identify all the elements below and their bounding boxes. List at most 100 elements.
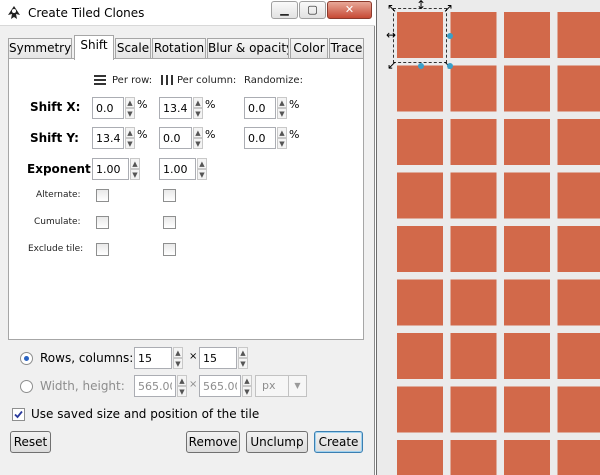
tile-clone[interactable] bbox=[450, 226, 497, 272]
tile-clone[interactable] bbox=[557, 279, 600, 326]
shift-y-per-column-arrows[interactable]: ▲ ▼ bbox=[193, 127, 203, 149]
percent-label: % bbox=[205, 128, 216, 141]
reset-button[interactable]: Reset bbox=[10, 431, 51, 453]
tile-clone[interactable] bbox=[557, 119, 600, 165]
alternate-per-column-checkbox[interactable] bbox=[163, 189, 176, 202]
exponent-per-row-arrows[interactable]: ▲ ▼ bbox=[130, 158, 140, 180]
height-input[interactable] bbox=[199, 375, 241, 397]
tile-clone[interactable] bbox=[504, 172, 550, 219]
shift-x-per-column-arrows[interactable]: ▲ ▼ bbox=[193, 97, 203, 119]
scale-handle-icon[interactable]: ↕ bbox=[416, 0, 426, 11]
tile-clone[interactable] bbox=[504, 279, 550, 326]
tile-clone[interactable] bbox=[557, 65, 600, 112]
cumulate-per-row-checkbox[interactable] bbox=[96, 216, 109, 229]
tile-clone[interactable] bbox=[504, 333, 550, 379]
tile-clone[interactable] bbox=[450, 172, 497, 219]
tile-clone[interactable] bbox=[504, 440, 550, 475]
tile-clone[interactable] bbox=[450, 333, 497, 379]
columns-arrows[interactable]: ▲ ▼ bbox=[238, 347, 248, 369]
tile-clone[interactable] bbox=[450, 386, 497, 433]
shift-x-per-row-input[interactable] bbox=[92, 97, 124, 119]
percent-label: % bbox=[137, 98, 148, 111]
tile-clone[interactable] bbox=[504, 226, 550, 272]
rows-input[interactable] bbox=[134, 347, 172, 369]
create-button[interactable]: Create bbox=[314, 431, 363, 453]
tile-clone[interactable] bbox=[450, 279, 497, 326]
tile-clone[interactable] bbox=[397, 333, 443, 379]
rows-arrows[interactable]: ▲ ▼ bbox=[173, 347, 183, 369]
shift-x-per-column-input[interactable] bbox=[159, 97, 192, 119]
tab-shift[interactable]: Shift bbox=[74, 35, 114, 60]
shift-y-randomize-arrows[interactable]: ▲ ▼ bbox=[277, 127, 287, 149]
tile-clone[interactable] bbox=[504, 386, 550, 433]
per-column-header: Per column: bbox=[177, 75, 237, 86]
shift-x-per-row-arrows[interactable]: ▲ ▼ bbox=[125, 97, 135, 119]
shift-y-randomize-input[interactable] bbox=[244, 127, 276, 149]
tile-clone[interactable] bbox=[504, 65, 550, 112]
checkmark-icon bbox=[14, 410, 23, 419]
rows-columns-radio[interactable] bbox=[20, 352, 33, 365]
minimize-button[interactable]: ▁ bbox=[271, 1, 298, 19]
tile-clone[interactable] bbox=[397, 119, 443, 165]
node-handle[interactable] bbox=[447, 63, 453, 69]
tile-clone[interactable] bbox=[450, 65, 497, 112]
tile-clone[interactable] bbox=[504, 119, 550, 165]
tiled-clones bbox=[397, 12, 600, 475]
tile-clone[interactable] bbox=[557, 172, 600, 219]
unit-value: px bbox=[262, 379, 276, 392]
unit-select[interactable]: px ▼ bbox=[255, 375, 307, 397]
tile-clone[interactable] bbox=[557, 226, 600, 272]
tab-symmetry[interactable]: Symmetry bbox=[8, 38, 72, 59]
cumulate-label: Cumulate: bbox=[34, 217, 81, 227]
tile-clone[interactable] bbox=[450, 119, 497, 165]
node-handle[interactable] bbox=[447, 33, 453, 39]
width-input[interactable] bbox=[134, 375, 176, 397]
node-handle[interactable] bbox=[418, 63, 424, 69]
shift-y-per-row-arrows[interactable]: ▲ ▼ bbox=[125, 127, 135, 149]
maximize-button[interactable]: ▢ bbox=[299, 1, 326, 19]
randomize-header: Randomize: bbox=[244, 75, 303, 86]
scale-handle-icon[interactable]: ↗ bbox=[443, 2, 453, 14]
tab-blur-opacity[interactable]: Blur & opacity bbox=[207, 38, 289, 59]
alternate-per-row-checkbox[interactable] bbox=[96, 189, 109, 202]
tile-clone[interactable] bbox=[557, 386, 600, 433]
tile-clone[interactable] bbox=[557, 333, 600, 379]
exclude-tile-per-column-checkbox[interactable] bbox=[163, 243, 176, 256]
tile-clone[interactable] bbox=[450, 12, 497, 58]
tile-clone[interactable] bbox=[397, 440, 443, 475]
tile-clone[interactable] bbox=[557, 440, 600, 475]
remove-button[interactable]: Remove bbox=[186, 431, 240, 453]
tab-trace[interactable]: Trace bbox=[329, 38, 364, 59]
exclude-tile-per-row-checkbox[interactable] bbox=[96, 243, 109, 256]
exponent-per-column-input[interactable] bbox=[159, 158, 196, 180]
columns-input[interactable] bbox=[199, 347, 237, 369]
exponent-per-row-input[interactable] bbox=[92, 158, 129, 180]
close-button[interactable]: ✕ bbox=[327, 1, 372, 19]
tile-clone[interactable] bbox=[397, 172, 443, 219]
width-height-radio[interactable] bbox=[20, 380, 33, 393]
tile-clone[interactable] bbox=[397, 386, 443, 433]
tab-scale[interactable]: Scale bbox=[115, 38, 151, 59]
shift-x-randomize-input[interactable] bbox=[244, 97, 276, 119]
height-arrows[interactable]: ▲ ▼ bbox=[242, 375, 252, 397]
tile-clone[interactable] bbox=[557, 12, 600, 58]
tile-clone[interactable] bbox=[397, 226, 443, 272]
tile-clone[interactable] bbox=[397, 65, 443, 112]
unclump-button[interactable]: Unclump bbox=[246, 431, 308, 453]
scale-handle-icon[interactable]: ↙ bbox=[387, 59, 397, 71]
tab-rotation[interactable]: Rotation bbox=[152, 38, 206, 59]
canvas[interactable]: ↖ ↕ ↗ ↔ ↙ ↘ bbox=[376, 0, 600, 475]
shift-x-randomize-arrows[interactable]: ▲ ▼ bbox=[277, 97, 287, 119]
scale-handle-icon[interactable]: ↔ bbox=[386, 29, 396, 41]
exponent-per-column-arrows[interactable]: ▲ ▼ bbox=[197, 158, 207, 180]
tile-clone[interactable] bbox=[397, 279, 443, 326]
tile-clone[interactable] bbox=[450, 440, 497, 475]
cumulate-per-column-checkbox[interactable] bbox=[163, 216, 176, 229]
shift-y-per-column-input[interactable] bbox=[159, 127, 192, 149]
tile-clone[interactable] bbox=[504, 12, 550, 58]
shift-y-per-row-input[interactable] bbox=[92, 127, 124, 149]
scale-handle-icon[interactable]: ↖ bbox=[387, 2, 397, 14]
width-arrows[interactable]: ▲ ▼ bbox=[177, 375, 187, 397]
tab-color[interactable]: Color bbox=[290, 38, 328, 59]
use-saved-checkbox[interactable] bbox=[12, 408, 25, 421]
